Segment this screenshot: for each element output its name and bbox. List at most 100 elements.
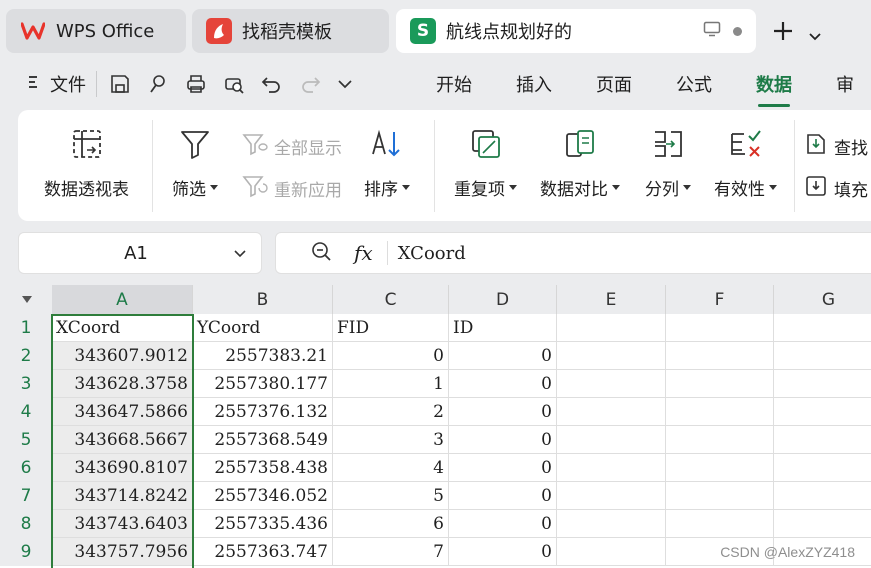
- tab-docer-templates[interactable]: 找稻壳模板: [192, 9, 389, 53]
- save-icon[interactable]: [109, 73, 131, 95]
- table-cell[interactable]: [557, 454, 666, 482]
- table-cell[interactable]: 2557368.549: [193, 426, 333, 454]
- validity-button[interactable]: 有效性: [714, 128, 777, 200]
- table-cell[interactable]: [557, 482, 666, 510]
- table-cell[interactable]: [666, 510, 774, 538]
- row-header[interactable]: 7: [0, 482, 52, 510]
- table-cell[interactable]: 2557358.438: [193, 454, 333, 482]
- data-compare-button[interactable]: 数据对比: [540, 128, 620, 200]
- tab-data[interactable]: 数据: [756, 71, 792, 107]
- filter-button[interactable]: 筛选: [172, 128, 218, 200]
- table-cell[interactable]: 2557346.052: [193, 482, 333, 510]
- file-menu[interactable]: 文件: [28, 71, 86, 97]
- column-header-a[interactable]: A: [52, 285, 193, 314]
- table-cell[interactable]: 0: [449, 370, 557, 398]
- table-cell[interactable]: 0: [449, 454, 557, 482]
- table-cell[interactable]: [774, 454, 871, 482]
- row-header[interactable]: 1: [0, 314, 52, 342]
- table-cell[interactable]: 3: [333, 426, 449, 454]
- table-cell[interactable]: [774, 314, 871, 342]
- table-cell[interactable]: 6: [333, 510, 449, 538]
- table-cell[interactable]: [557, 370, 666, 398]
- column-header-f[interactable]: F: [666, 285, 774, 314]
- table-cell[interactable]: 2557376.132: [193, 398, 333, 426]
- table-cell[interactable]: 0: [449, 482, 557, 510]
- table-cell[interactable]: [774, 342, 871, 370]
- table-cell[interactable]: 2557380.177: [193, 370, 333, 398]
- table-cell[interactable]: [557, 538, 666, 566]
- plus-icon[interactable]: [772, 15, 794, 50]
- table-cell[interactable]: 1: [333, 370, 449, 398]
- tab-formula[interactable]: 公式: [676, 71, 712, 97]
- duplicates-button[interactable]: 重复项: [454, 128, 517, 200]
- row-header[interactable]: 6: [0, 454, 52, 482]
- table-cell[interactable]: 0: [449, 510, 557, 538]
- table-cell[interactable]: [774, 510, 871, 538]
- row-header[interactable]: 3: [0, 370, 52, 398]
- selected-cell[interactable]: XCoord: [52, 314, 193, 342]
- table-cell[interactable]: [774, 426, 871, 454]
- table-cell[interactable]: 0: [333, 342, 449, 370]
- table-cell[interactable]: 2557335.436: [193, 510, 333, 538]
- table-cell[interactable]: 2: [333, 398, 449, 426]
- sort-button[interactable]: 排序: [364, 128, 410, 200]
- table-cell[interactable]: 2557363.747: [193, 538, 333, 566]
- column-header-d[interactable]: D: [449, 285, 557, 314]
- table-cell[interactable]: 343668.5667: [52, 426, 193, 454]
- reapply-button[interactable]: 重新应用: [242, 174, 342, 203]
- tab-insert[interactable]: 插入: [516, 71, 552, 97]
- chevron-down-icon[interactable]: [233, 243, 247, 264]
- more-chevron-icon[interactable]: [337, 78, 353, 90]
- table-cell[interactable]: 343690.8107: [52, 454, 193, 482]
- table-cell[interactable]: [666, 398, 774, 426]
- table-cell[interactable]: 343647.5866: [52, 398, 193, 426]
- select-all-corner[interactable]: [0, 285, 52, 314]
- fill-button[interactable]: 填充: [804, 174, 868, 203]
- monitor-icon[interactable]: [703, 21, 721, 42]
- table-cell[interactable]: ID: [449, 314, 557, 342]
- table-cell[interactable]: 2557383.21: [193, 342, 333, 370]
- row-header[interactable]: 8: [0, 510, 52, 538]
- table-cell[interactable]: [774, 482, 871, 510]
- table-cell[interactable]: [666, 482, 774, 510]
- table-cell[interactable]: 0: [449, 398, 557, 426]
- column-header-b[interactable]: B: [193, 285, 333, 314]
- zoom-search-icon[interactable]: [310, 240, 332, 266]
- table-cell[interactable]: 343743.6403: [52, 510, 193, 538]
- row-header[interactable]: 4: [0, 398, 52, 426]
- table-cell[interactable]: 343714.8242: [52, 482, 193, 510]
- tab-home[interactable]: 开始: [436, 71, 472, 97]
- column-header-e[interactable]: E: [557, 285, 666, 314]
- table-cell[interactable]: YCoord: [193, 314, 333, 342]
- fx-icon[interactable]: fx: [354, 241, 373, 265]
- table-cell[interactable]: [666, 314, 774, 342]
- table-cell[interactable]: [557, 342, 666, 370]
- print-preview-icon[interactable]: [223, 73, 245, 95]
- unsaved-dot-icon[interactable]: [733, 26, 742, 36]
- table-cell[interactable]: 7: [333, 538, 449, 566]
- tab-review[interactable]: 审: [836, 71, 854, 97]
- split-column-button[interactable]: 分列: [645, 128, 691, 200]
- table-cell[interactable]: [666, 454, 774, 482]
- table-cell[interactable]: [666, 426, 774, 454]
- row-header[interactable]: 2: [0, 342, 52, 370]
- tab-page[interactable]: 页面: [596, 71, 632, 97]
- formula-input[interactable]: XCoord: [398, 243, 466, 264]
- column-header-g[interactable]: G: [774, 285, 871, 314]
- table-cell[interactable]: 343628.3758: [52, 370, 193, 398]
- table-cell[interactable]: FID: [333, 314, 449, 342]
- table-cell[interactable]: 4: [333, 454, 449, 482]
- row-header[interactable]: 9: [0, 538, 52, 566]
- pivot-table-button[interactable]: 数据透视表: [44, 128, 129, 200]
- undo-icon[interactable]: [261, 73, 283, 95]
- table-cell[interactable]: 0: [449, 426, 557, 454]
- table-cell[interactable]: [557, 510, 666, 538]
- table-cell[interactable]: [774, 398, 871, 426]
- column-header-c[interactable]: C: [333, 285, 449, 314]
- print-icon[interactable]: [185, 73, 207, 95]
- table-cell[interactable]: 343607.9012: [52, 342, 193, 370]
- table-cell[interactable]: [557, 314, 666, 342]
- table-cell[interactable]: [557, 398, 666, 426]
- chevron-down-icon[interactable]: [808, 15, 822, 50]
- table-cell[interactable]: [774, 370, 871, 398]
